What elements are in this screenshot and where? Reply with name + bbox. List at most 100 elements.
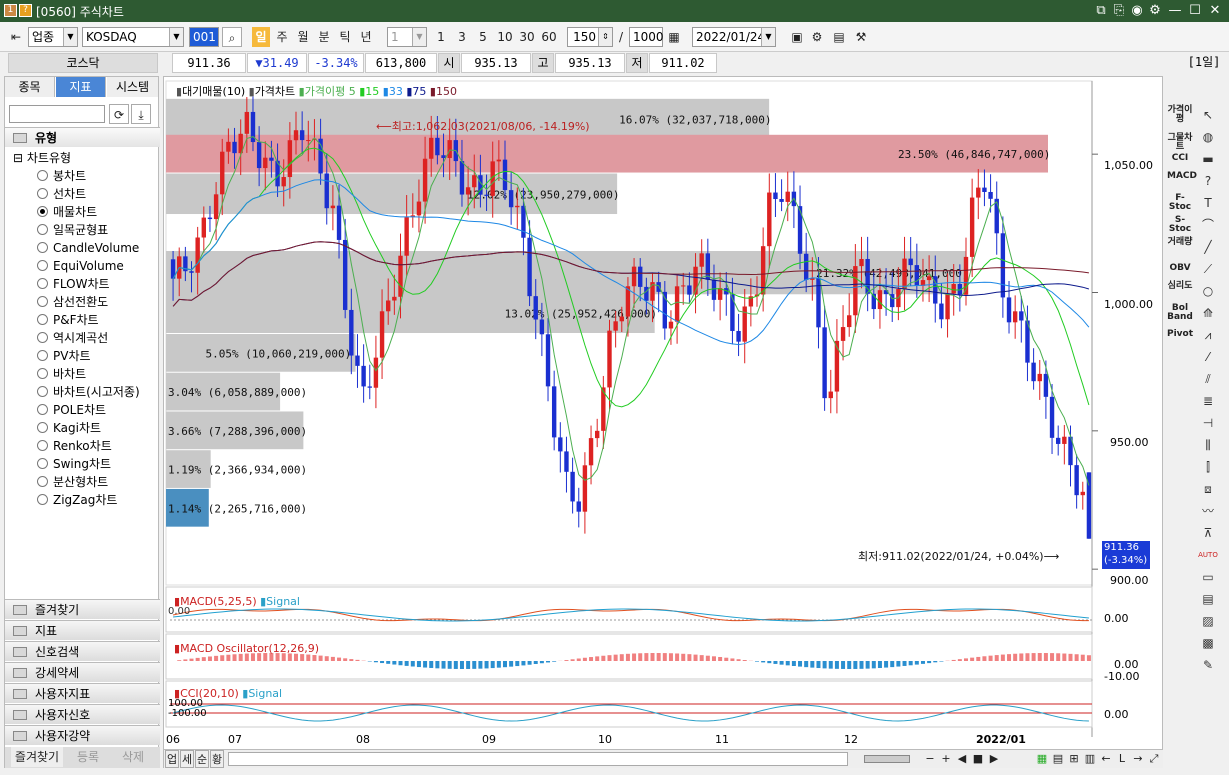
- chart-type-option[interactable]: 선차트: [37, 185, 86, 203]
- radio-icon[interactable]: [37, 404, 48, 415]
- grid-lines-icon[interactable]: ⫿: [1198, 458, 1218, 476]
- category-select[interactable]: 업종 ▼: [28, 27, 78, 47]
- parallel-icon[interactable]: ⫽: [1198, 370, 1218, 388]
- section-header[interactable]: 신호검색: [5, 641, 160, 661]
- excel-icon[interactable]: ▦: [1034, 750, 1050, 768]
- interval-select[interactable]: 1 ▼: [387, 27, 427, 47]
- radio-icon[interactable]: [37, 368, 48, 379]
- scroll-right-icon[interactable]: →: [1130, 750, 1146, 768]
- table-icon[interactable]: ▥: [1082, 750, 1098, 768]
- tab-system[interactable]: 시스템: [107, 77, 159, 97]
- close-icon[interactable]: ✕: [1206, 2, 1224, 20]
- fork-icon[interactable]: ⩘: [1198, 326, 1218, 344]
- first-icon[interactable]: L: [1114, 750, 1130, 768]
- radio-icon[interactable]: [37, 224, 48, 235]
- auto-icon[interactable]: AUTO: [1198, 546, 1218, 564]
- indicator-shortcut[interactable]: Pivot: [1167, 330, 1193, 339]
- help-icon[interactable]: ?: [1198, 172, 1218, 190]
- box-icon[interactable]: ⧈: [1198, 480, 1218, 498]
- section-header[interactable]: 강세약세: [5, 662, 160, 682]
- circle-icon[interactable]: ○: [1198, 282, 1218, 300]
- ray-icon[interactable]: ⟋: [1198, 260, 1218, 278]
- channel-icon[interactable]: ⫼: [1198, 436, 1218, 454]
- chart-type-option[interactable]: ZigZag차트: [37, 491, 117, 509]
- tab-items[interactable]: 종목: [5, 77, 55, 97]
- period-year-button[interactable]: 년: [357, 27, 375, 47]
- list-icon[interactable]: ▤: [1198, 590, 1218, 608]
- indicator-shortcut[interactable]: Bol Band: [1167, 304, 1193, 322]
- rectangle-icon[interactable]: ▭: [1198, 568, 1218, 586]
- zoom-slider[interactable]: [864, 755, 910, 763]
- indicator-shortcut[interactable]: MACD: [1167, 172, 1197, 181]
- chart-type-group[interactable]: ⊟ 차트유형: [13, 149, 71, 166]
- indicator-shortcut[interactable]: 거래량: [1167, 238, 1193, 247]
- arrow-up-icon[interactable]: ⟰: [1198, 304, 1218, 322]
- chart-type-option[interactable]: 바차트: [37, 365, 86, 383]
- interval-5-button[interactable]: 5: [474, 27, 492, 47]
- disk-icon[interactable]: ▤: [1050, 750, 1066, 768]
- scroll-left-icon[interactable]: ←: [1098, 750, 1114, 768]
- radio-icon[interactable]: [37, 296, 48, 307]
- pointer-icon[interactable]: ↖: [1198, 106, 1218, 124]
- chart-canvas[interactable]: 16.07% (32,037,718,000) 23.50% (46,846,74…: [164, 77, 1164, 769]
- radio-icon[interactable]: [37, 170, 48, 181]
- copy-icon[interactable]: ⎘: [1110, 2, 1128, 20]
- period-day-button[interactable]: 일: [252, 27, 270, 47]
- search-icon[interactable]: ⌕: [222, 27, 242, 47]
- slash-icon[interactable]: ⁄: [1198, 348, 1218, 366]
- grid-settings-icon[interactable]: ▦: [665, 27, 683, 47]
- radio-icon[interactable]: [37, 440, 48, 451]
- interval-1-button[interactable]: 1: [432, 27, 450, 47]
- indicator-shortcut[interactable]: CCI: [1167, 154, 1193, 163]
- help-icon[interactable]: ?: [19, 4, 32, 17]
- chart-type-option[interactable]: CandleVolume: [37, 239, 139, 257]
- period-tick-button[interactable]: 틱: [336, 27, 354, 47]
- chart-settings-icon[interactable]: ⚙: [808, 27, 826, 47]
- radio-icon[interactable]: [37, 242, 48, 253]
- section-header[interactable]: 즐겨찾기: [5, 599, 160, 619]
- chart-type-option[interactable]: 매물차트: [37, 203, 97, 221]
- count-spinner[interactable]: 150 ⇕: [567, 27, 613, 47]
- line-width-icon[interactable]: ▬: [1198, 150, 1218, 168]
- save-icon[interactable]: ▤: [830, 27, 848, 47]
- zoom-out-icon[interactable]: −: [922, 750, 938, 768]
- indicator-settings-icon[interactable]: ⚒: [852, 27, 870, 47]
- gann-icon[interactable]: ⊣: [1198, 414, 1218, 432]
- chart-layout-icon[interactable]: ▣: [788, 27, 806, 47]
- chart-type-option[interactable]: 바차트(시고저종): [37, 383, 140, 401]
- maximize-icon[interactable]: ☐: [1186, 2, 1204, 20]
- code-input[interactable]: 001: [189, 27, 219, 47]
- chart-type-option[interactable]: 분산형차트: [37, 473, 108, 491]
- interval-30-button[interactable]: 30: [516, 27, 538, 47]
- chart-type-option[interactable]: 역시계곡선: [37, 329, 108, 347]
- interval-60-button[interactable]: 60: [538, 27, 560, 47]
- section-header[interactable]: 사용자강약: [5, 725, 160, 745]
- radio-icon[interactable]: [37, 332, 48, 343]
- screen-link-icon[interactable]: ⧉: [1092, 2, 1110, 20]
- radio-icon[interactable]: [37, 278, 48, 289]
- bottom-btn-1[interactable]: 업: [165, 750, 179, 768]
- indicator-shortcut[interactable]: S-Stoc: [1167, 216, 1193, 234]
- radio-icon[interactable]: [37, 476, 48, 487]
- radio-icon[interactable]: [37, 386, 48, 397]
- indicator-shortcut[interactable]: OBV: [1167, 264, 1193, 273]
- expand-icon[interactable]: ⤢: [1146, 750, 1162, 768]
- type-section-header[interactable]: 유형: [5, 127, 160, 147]
- download-icon[interactable]: ⤓: [131, 104, 151, 124]
- radio-icon[interactable]: [37, 494, 48, 505]
- stop-icon[interactable]: ■: [970, 750, 986, 768]
- radio-icon[interactable]: [37, 206, 48, 217]
- triangle-icon[interactable]: ⊼: [1198, 524, 1218, 542]
- indicator-shortcut[interactable]: 그물차트: [1167, 134, 1193, 152]
- play-back-icon[interactable]: ◀: [954, 750, 970, 768]
- chart-type-option[interactable]: Renko차트: [37, 437, 112, 455]
- chart-type-option[interactable]: PV차트: [37, 347, 91, 365]
- chart-type-option[interactable]: EquiVolume: [37, 257, 124, 275]
- zoom-in-icon[interactable]: +: [938, 750, 954, 768]
- radio-icon[interactable]: [37, 260, 48, 271]
- eraser-icon[interactable]: ◍: [1198, 128, 1218, 146]
- radio-icon[interactable]: [37, 458, 48, 469]
- wave-icon[interactable]: 〰: [1198, 502, 1218, 520]
- bottom-btn-4[interactable]: 황: [210, 750, 224, 768]
- radio-icon[interactable]: [37, 422, 48, 433]
